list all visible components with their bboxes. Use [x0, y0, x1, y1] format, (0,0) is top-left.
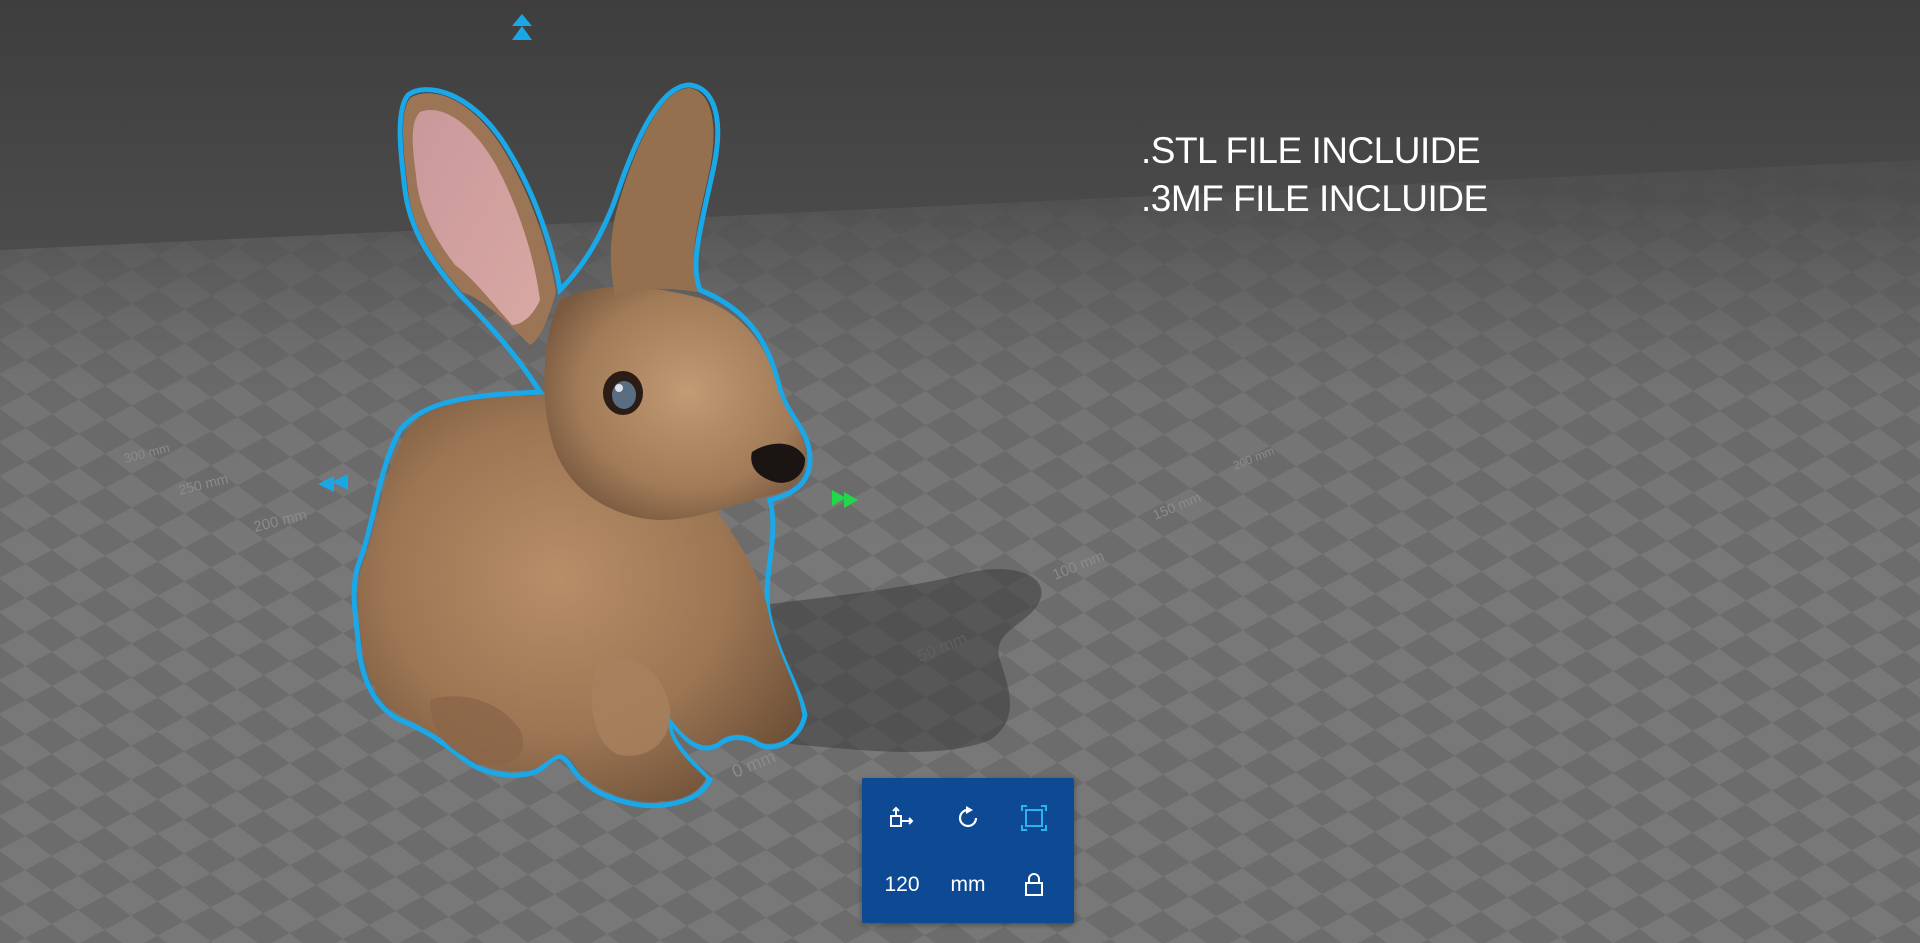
lock-icon	[1025, 873, 1043, 896]
double-arrow-left-icon	[318, 474, 348, 492]
transform-toolbar: 120 mm	[862, 778, 1074, 923]
size-value[interactable]: 120	[872, 865, 932, 905]
file-info-stl: .STL FILE INCLUIDE	[1141, 130, 1481, 171]
move-icon	[890, 806, 914, 827]
lock-proportions-button[interactable]	[1009, 862, 1059, 908]
file-info-3mf: .3MF FILE INCLUIDE	[1141, 178, 1488, 219]
rotate-tool-button[interactable]	[943, 795, 993, 841]
scale-tool-button[interactable]	[1009, 795, 1059, 841]
double-arrow-up-icon	[512, 14, 532, 40]
unit-label[interactable]: mm	[938, 865, 998, 905]
rotate-icon	[958, 806, 978, 828]
scale-icon	[1021, 805, 1047, 831]
double-arrow-right-icon	[832, 490, 858, 508]
move-tool-button[interactable]	[877, 795, 927, 841]
